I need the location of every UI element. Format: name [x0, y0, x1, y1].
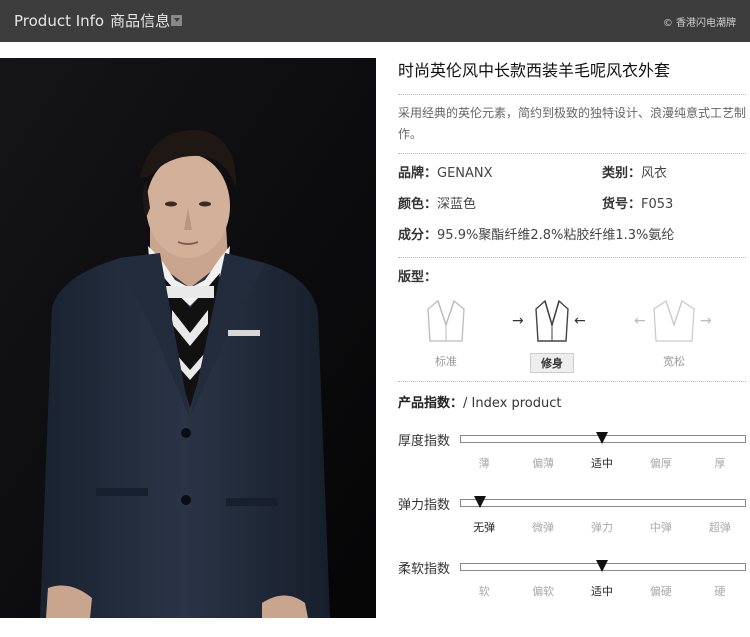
fit-label-standard: 标准 — [435, 355, 457, 368]
fit-label-slim: 修身 — [530, 353, 574, 373]
scale-tick: 硬 — [714, 585, 726, 598]
scale-name: 柔软指数 — [398, 562, 451, 577]
jacket-icon — [427, 299, 465, 342]
index-scale: 柔软指数软 偏软 适中 偏硬 硬 — [398, 555, 746, 619]
brand-label: 品牌： — [398, 166, 438, 181]
section-title: Product Info 商品信息 — [14, 10, 170, 31]
scale-tick: 偏软 — [532, 585, 555, 598]
index-scales: 厚度指数薄偏薄 适中 偏厚厚弹力指数 无弹 微弹 弹力 中弹 超弹 柔软指数软偏软 适中 偏硬硬 — [398, 427, 746, 619]
product-description: 采用经典的英伦元素，简约到极致的独特设计、浪漫纯意式工艺制作。 — [398, 106, 747, 141]
scale-tick: 偏厚 — [649, 457, 672, 470]
scale-tick: 厚 — [714, 457, 726, 470]
sku-field: 货号：F053 — [602, 189, 673, 220]
fit-option-standard[interactable]: 标准 — [416, 295, 476, 369]
scale-tick: 适中 — [591, 585, 613, 598]
product-info-panel: 时尚英伦风中长款西装羊毛呢风衣外套 采用经典的英伦元素，简约到极致的独特设计、浪… — [398, 58, 746, 619]
index-scale: 弹力指数无弹 微弹 弹力 中弹 超弹 — [398, 491, 746, 555]
scale-tick: 微弹 — [532, 521, 555, 534]
scale-tick: 偏硬 — [649, 585, 672, 598]
scale-track — [460, 499, 746, 507]
fit-option-loose[interactable]: 宽松 — [644, 295, 704, 369]
material-value: 95.9%聚酯纤维2.8%粘胶纤维1.3%氨纶 — [437, 228, 675, 243]
scale-tick: 弹力 — [591, 521, 613, 534]
model-image — [0, 58, 376, 618]
fit-option-slim[interactable]: 修身 — [522, 295, 582, 373]
category-label: 类别： — [602, 166, 642, 181]
scale-ticks: 无弹 微弹 弹力 中弹 超弹 — [460, 519, 744, 535]
index-label: 产品指数： — [398, 396, 464, 411]
jacket-icon — [653, 299, 695, 342]
scale-marker — [596, 432, 608, 444]
material-row: 成分：95.9%聚酯纤维2.8%粘胶纤维1.3%氨纶 — [398, 220, 746, 251]
category-field: 类别：风衣 — [602, 158, 667, 189]
index-heading: 产品指数：/ Index product — [398, 382, 746, 411]
brand-value: GENANX — [437, 166, 493, 181]
scale-marker — [596, 560, 608, 572]
color-label: 颜色： — [398, 197, 438, 212]
index-scale: 厚度指数薄 偏薄 适中 偏厚 厚 — [398, 427, 746, 491]
product-title: 时尚英伦风中长款西装羊毛呢风衣外套 — [398, 61, 671, 80]
brand-row: 品牌：GENANX 类别：风衣 — [398, 158, 746, 189]
category-value: 风衣 — [641, 166, 668, 181]
fit-options: 标准 → 修身 ← ← 宽松 → — [398, 285, 746, 381]
scale-tick: 无弹 — [473, 521, 496, 534]
scale-tick: 中弹 — [649, 521, 672, 534]
color-value: 深蓝色 — [437, 197, 477, 212]
scale-tick: 适中 — [591, 457, 613, 470]
material-label: 成分： — [398, 228, 438, 243]
jacket-icon — [535, 299, 569, 342]
sku-label: 货号： — [602, 197, 642, 212]
header-bar: Product Info 商品信息 © 香港闪电潮牌 — [0, 0, 750, 42]
scale-name: 厚度指数 — [398, 434, 451, 449]
dropdown-icon — [171, 15, 182, 26]
scale-name: 弹力指数 — [398, 498, 451, 513]
scale-marker — [473, 496, 486, 508]
scale-tick: 偏薄 — [532, 457, 555, 470]
index-label-en: / Index product — [463, 396, 562, 411]
scale-ticks: 薄 偏薄 适中 偏厚 厚 — [460, 455, 744, 471]
arrow-right-icon: → — [700, 313, 712, 329]
sku-value: F053 — [641, 197, 674, 212]
fit-label: 版型： — [398, 270, 438, 285]
section-title-cn: 商品信息 — [110, 12, 171, 30]
section-title-en: Product Info — [14, 12, 105, 30]
product-photo — [0, 58, 376, 618]
scale-ticks: 软 偏软 适中 偏硬 硬 — [460, 583, 744, 599]
scale-tick: 超弹 — [708, 521, 731, 534]
scale-tick: 软 — [478, 585, 490, 598]
color-row: 颜色：深蓝色 货号：F053 — [398, 189, 746, 220]
fit-label-loose: 宽松 — [663, 355, 685, 368]
brand-watermark: © 香港闪电潮牌 — [662, 18, 736, 29]
scale-tick: 薄 — [478, 457, 490, 470]
arrow-left-icon: ← — [574, 313, 586, 329]
